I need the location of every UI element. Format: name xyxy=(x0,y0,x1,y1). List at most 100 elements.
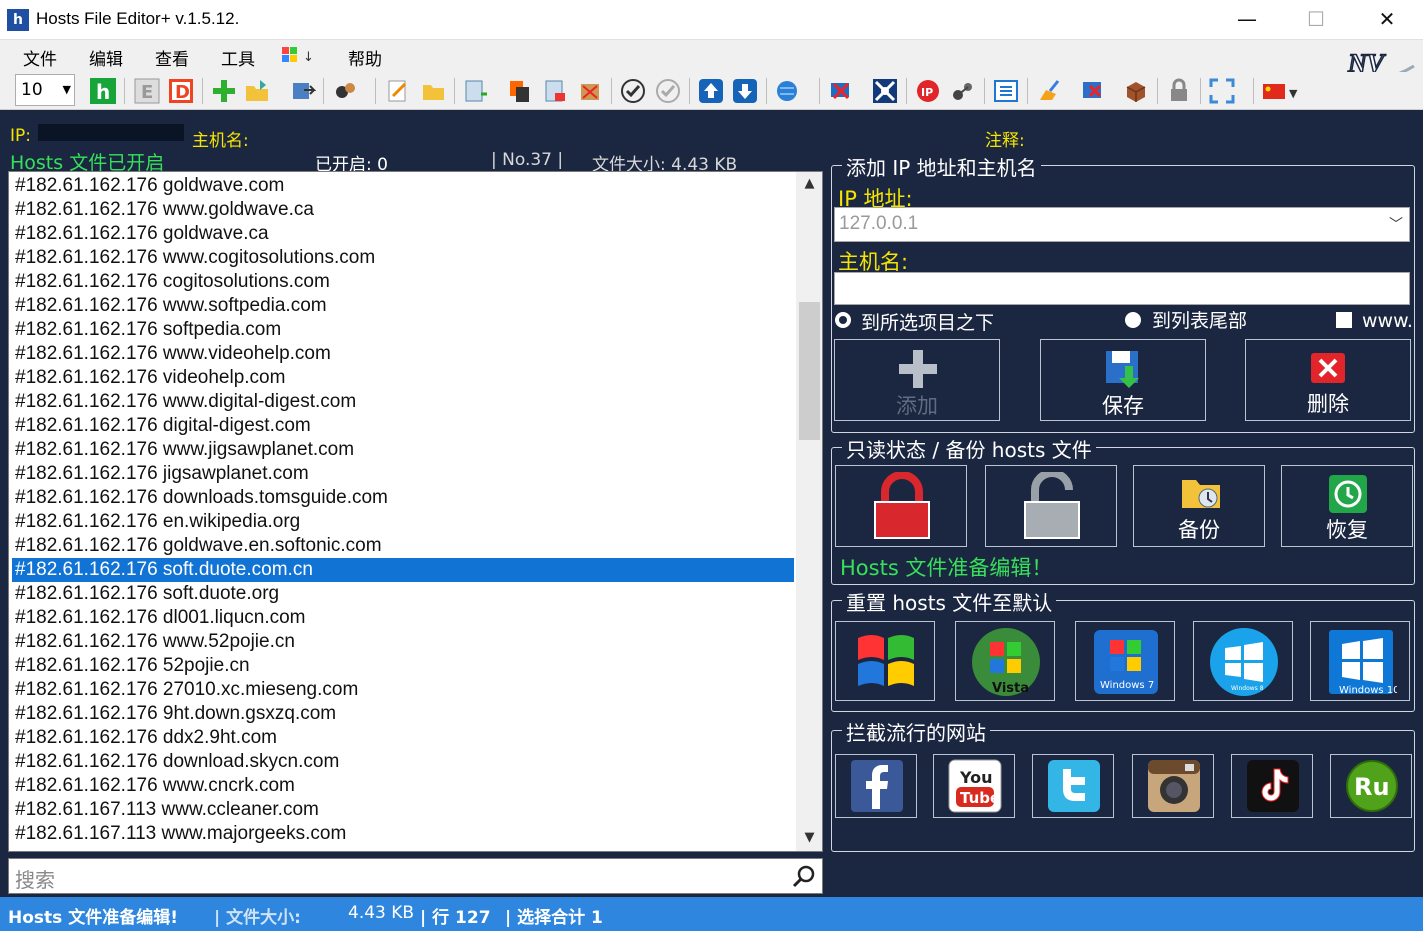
clean-broom-icon[interactable] xyxy=(1036,78,1062,104)
network-nodes-icon[interactable] xyxy=(950,78,976,104)
host-row[interactable]: #182.61.162.176 www.cogitosolutions.com xyxy=(12,246,794,270)
notepad-icon[interactable] xyxy=(385,78,411,104)
ip-icon[interactable]: IP xyxy=(915,78,941,104)
host-row[interactable]: #182.61.162.176 soft.duote.org xyxy=(12,582,794,606)
lock-readonly-button[interactable] xyxy=(835,465,967,547)
host-row[interactable]: #182.61.162.176 52pojie.cn xyxy=(12,654,794,678)
host-row[interactable]: #182.61.162.176 download.skycn.com xyxy=(12,750,794,774)
reset-win7-button[interactable]: Windows 7 xyxy=(1075,621,1175,701)
network-icon[interactable] xyxy=(872,78,898,104)
block-youtube-button[interactable]: You Tube xyxy=(933,754,1015,818)
host-row[interactable]: #182.61.162.176 jigsawplanet.com xyxy=(12,462,794,486)
ip-header-field[interactable] xyxy=(38,124,184,141)
radio-end-of-list[interactable] xyxy=(1125,312,1141,328)
host-row[interactable]: #182.61.162.176 www.jigsawplanet.com xyxy=(12,438,794,462)
reset-vista-button[interactable]: Vista xyxy=(955,621,1055,701)
host-row[interactable]: #182.61.162.176 videohelp.com xyxy=(12,366,794,390)
ip-address-combo[interactable]: 127.0.0.1 ﹀ xyxy=(834,207,1410,242)
host-row[interactable]: #182.61.167.113 www.ccleaner.com xyxy=(12,798,794,822)
hostname-input[interactable] xyxy=(834,272,1410,305)
uncheck-all-icon[interactable] xyxy=(655,78,681,104)
maximize-button[interactable]: ☐ xyxy=(1293,0,1339,40)
host-row[interactable]: #182.61.162.176 ddx2.9ht.com xyxy=(12,726,794,750)
host-row[interactable]: #182.61.162.176 9ht.down.gsxzq.com xyxy=(12,702,794,726)
add-button[interactable]: 添加 xyxy=(834,339,1000,421)
package-icon[interactable] xyxy=(1123,78,1149,104)
edit-e-icon[interactable]: E xyxy=(134,78,160,104)
host-row[interactable]: #182.61.162.176 www.goldwave.ca xyxy=(12,198,794,222)
unlock-button[interactable] xyxy=(985,465,1117,547)
block-instagram-button[interactable] xyxy=(1132,754,1214,818)
reset-win10-button[interactable]: Windows 10 xyxy=(1310,621,1410,701)
host-row[interactable]: #182.61.162.176 www.cncrk.com xyxy=(12,774,794,798)
minimize-button[interactable]: — xyxy=(1224,0,1270,40)
restore-button[interactable]: 恢复 xyxy=(1281,465,1413,547)
host-row[interactable]: #182.61.162.176 softpedia.com xyxy=(12,318,794,342)
import-icon[interactable] xyxy=(463,78,489,104)
host-row[interactable]: #182.61.162.176 www.digital-digest.com xyxy=(12,390,794,414)
shield-x-icon[interactable] xyxy=(1080,78,1106,104)
block-facebook-button[interactable] xyxy=(835,754,917,818)
search-input[interactable]: 搜索 xyxy=(8,858,823,894)
block-tiktok-button[interactable] xyxy=(1231,754,1313,818)
ru-icon: Ru xyxy=(1346,760,1398,812)
menu-edit[interactable]: 编辑 xyxy=(89,45,123,70)
add-icon[interactable] xyxy=(211,78,237,104)
host-row[interactable]: #182.61.162.176 goldwave.en.softonic.com xyxy=(12,534,794,558)
move-down-icon[interactable] xyxy=(732,78,758,104)
host-row[interactable]: #182.61.162.176 goldwave.ca xyxy=(12,222,794,246)
check-all-icon[interactable] xyxy=(620,78,646,104)
www-checkbox[interactable] xyxy=(1336,312,1352,328)
export-icon[interactable] xyxy=(290,78,316,104)
reset-win8-button[interactable]: Windows 8 xyxy=(1193,621,1293,701)
zoom-select[interactable]: 10 ▼ xyxy=(15,74,75,106)
china-flag-icon[interactable]: ▼ xyxy=(1262,78,1300,104)
menu-tools[interactable]: 工具 xyxy=(221,45,255,70)
radio-below-selected[interactable] xyxy=(835,312,851,328)
folder-icon[interactable] xyxy=(420,78,446,104)
block-twitter-button[interactable] xyxy=(1032,754,1114,818)
host-row[interactable]: #182.61.162.176 www.softpedia.com xyxy=(12,294,794,318)
globe-icon[interactable] xyxy=(775,78,801,104)
scroll-up-icon[interactable]: ▲ xyxy=(796,176,822,196)
hosts-h-icon[interactable]: h xyxy=(90,78,116,104)
host-row[interactable]: #182.61.162.176 www.52pojie.cn xyxy=(12,630,794,654)
vertical-scrollbar[interactable]: ▲ ▼ xyxy=(796,172,822,851)
host-row[interactable]: #182.61.162.176 www.videohelp.com xyxy=(12,342,794,366)
host-row[interactable]: #182.61.162.176 en.wikipedia.org xyxy=(12,510,794,534)
host-row[interactable]: #182.61.167.113 www.majorgeeks.com xyxy=(12,822,794,846)
fullscreen-icon[interactable] xyxy=(1209,78,1235,104)
block-ru-button[interactable]: Ru xyxy=(1330,754,1412,818)
menu-help[interactable]: 帮助 xyxy=(348,45,382,70)
search-icon[interactable] xyxy=(792,864,816,888)
host-row[interactable]: #182.61.162.176 27010.xc.mieseng.com xyxy=(12,678,794,702)
host-row[interactable]: #182.61.162.176 goldwave.com xyxy=(12,174,794,198)
delete-d-icon[interactable]: D xyxy=(168,78,194,104)
menu-view[interactable]: 查看 xyxy=(155,45,189,70)
network-block-icon[interactable] xyxy=(828,78,854,104)
bugs-icon[interactable] xyxy=(333,78,359,104)
host-row[interactable]: #182.61.162.176 cogitosolutions.com xyxy=(12,270,794,294)
scroll-down-icon[interactable]: ▼ xyxy=(796,830,822,850)
save-button[interactable]: 保存 xyxy=(1040,339,1206,421)
host-row[interactable]: #182.61.162.176 digital-digest.com xyxy=(12,414,794,438)
move-up-icon[interactable] xyxy=(698,78,724,104)
host-row[interactable]: #182.61.162.176 soft.duote.com.cn xyxy=(12,558,794,582)
menu-file[interactable]: 文件 xyxy=(23,45,57,70)
lock-icon[interactable] xyxy=(1166,78,1192,104)
scroll-thumb[interactable] xyxy=(799,302,820,440)
compare-icon[interactable] xyxy=(993,78,1019,104)
hosts-list[interactable]: #182.61.162.176 goldwave.com #182.61.162.… xyxy=(8,171,823,852)
open-folder-icon[interactable] xyxy=(244,78,270,104)
reset-winxp-button[interactable] xyxy=(835,621,935,701)
remove-doc-icon[interactable] xyxy=(542,78,568,104)
backup-button[interactable]: 备份 xyxy=(1133,465,1265,547)
clear-icon[interactable] xyxy=(577,78,603,104)
close-button[interactable]: ✕ xyxy=(1364,0,1410,40)
menu-windows-flag[interactable]: ↓ xyxy=(281,45,315,70)
copy-icon[interactable] xyxy=(507,78,533,104)
ready-to-edit-message: Hosts 文件准备编辑！ xyxy=(840,556,1053,580)
host-row[interactable]: #182.61.162.176 dl001.liqucn.com xyxy=(12,606,794,630)
delete-button[interactable]: 删除 xyxy=(1245,339,1411,421)
host-row[interactable]: #182.61.162.176 downloads.tomsguide.com xyxy=(12,486,794,510)
